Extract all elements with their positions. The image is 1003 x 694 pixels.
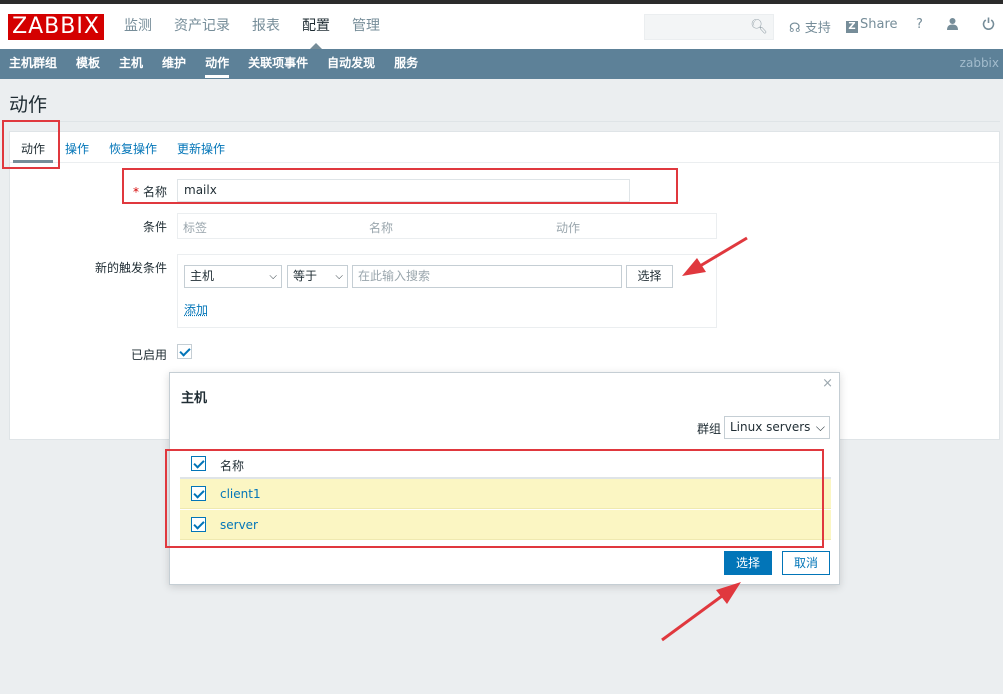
sub-nav: 主机群组 模板 主机 维护 动作 关联项事件 自动发现 服务 zabbix <box>0 49 1003 79</box>
add-condition-link[interactable]: 添加 <box>184 301 208 318</box>
condition-type-value: 主机 <box>190 269 215 283</box>
subnav-hosts[interactable]: 主机 <box>119 49 143 78</box>
chevron-down-icon: ⌵ <box>815 420 825 434</box>
support-link[interactable]: ☊ 支持 <box>789 17 831 36</box>
headset-icon: ☊ <box>789 21 801 36</box>
global-search-input[interactable]: 🔍︎ <box>644 14 774 40</box>
condition-search-input[interactable]: 在此输入搜索 <box>352 265 622 288</box>
nav-configuration[interactable]: 配置 <box>302 4 330 50</box>
annotation-box-name <box>122 168 678 204</box>
zabbix-logo[interactable]: ZABBIX <box>8 14 104 40</box>
dialog-select-button[interactable]: 选择 <box>724 551 772 575</box>
annotation-box-tab <box>2 120 60 169</box>
condition-operator-value: 等于 <box>293 269 318 283</box>
new-condition-label: 新的触发条件 <box>94 261 167 275</box>
main-nav: 监测 资产记录 报表 配置 管理 <box>124 4 402 50</box>
condition-operator-select[interactable]: 等于 ⌵ <box>287 265 348 288</box>
dialog-cancel-button[interactable]: 取消 <box>782 551 830 575</box>
user-profile-icon[interactable] <box>946 17 959 34</box>
form-tabs: 动作 操作 恢复操作 更新操作 <box>10 132 999 163</box>
title-divider <box>9 121 1000 122</box>
share-label: Share <box>860 17 898 32</box>
annotation-arrow-confirm <box>661 582 741 642</box>
support-label: 支持 <box>804 21 831 36</box>
close-icon[interactable]: × <box>822 376 833 391</box>
conditions-table: 标签 名称 动作 <box>177 213 717 239</box>
conditions-col-name: 名称 <box>369 221 394 235</box>
conditions-col-action: 动作 <box>556 221 581 235</box>
tab-update-operations[interactable]: 更新操作 <box>177 140 225 157</box>
page-title: 动作 <box>9 94 48 116</box>
nav-administration[interactable]: 管理 <box>352 4 380 49</box>
new-condition-box: 主机 ⌵ 等于 ⌵ 在此输入搜索 选择 添加 <box>177 254 717 328</box>
group-select[interactable]: Linux servers ⌵ <box>724 416 830 439</box>
group-label: 群组 <box>697 422 722 436</box>
chevron-down-icon: ⌵ <box>269 271 277 282</box>
share-link[interactable]: Z Share <box>846 17 898 33</box>
top-header: ZABBIX 监测 资产记录 报表 配置 管理 🔍︎ ☊ 支持 Z Share ? <box>0 0 1003 50</box>
share-z-icon: Z <box>846 21 858 33</box>
server-name: zabbix <box>959 56 999 70</box>
nav-inventory[interactable]: 资产记录 <box>174 4 230 49</box>
search-icon[interactable]: 🔍︎ <box>750 19 768 35</box>
dialog-title: 主机 <box>181 391 208 406</box>
annotation-box-hosts <box>165 449 824 548</box>
group-select-value: Linux servers <box>730 420 811 434</box>
tab-operations[interactable]: 操作 <box>65 140 89 157</box>
help-icon[interactable]: ? <box>916 17 923 32</box>
subnav-actions[interactable]: 动作 <box>205 49 230 78</box>
chevron-down-icon: ⌵ <box>335 271 343 282</box>
subnav-services[interactable]: 服务 <box>394 49 418 78</box>
enabled-label: 已启用 <box>130 348 167 362</box>
condition-select-button[interactable]: 选择 <box>626 265 673 288</box>
subnav-maintenance[interactable]: 维护 <box>162 49 186 78</box>
subnav-templates[interactable]: 模板 <box>76 49 100 78</box>
condition-type-select[interactable]: 主机 ⌵ <box>184 265 282 288</box>
conditions-label: 条件 <box>142 220 167 234</box>
subnav-event-correlation[interactable]: 关联项事件 <box>248 49 308 78</box>
nav-reports[interactable]: 报表 <box>252 4 280 49</box>
sign-out-icon[interactable] <box>982 17 995 34</box>
subnav-discovery[interactable]: 自动发现 <box>327 49 375 78</box>
tab-recovery-operations[interactable]: 恢复操作 <box>109 140 157 157</box>
nav-monitoring[interactable]: 监测 <box>124 4 152 49</box>
enabled-checkbox[interactable] <box>177 344 192 359</box>
conditions-col-label: 标签 <box>183 221 208 235</box>
subnav-host-groups[interactable]: 主机群组 <box>9 49 57 78</box>
